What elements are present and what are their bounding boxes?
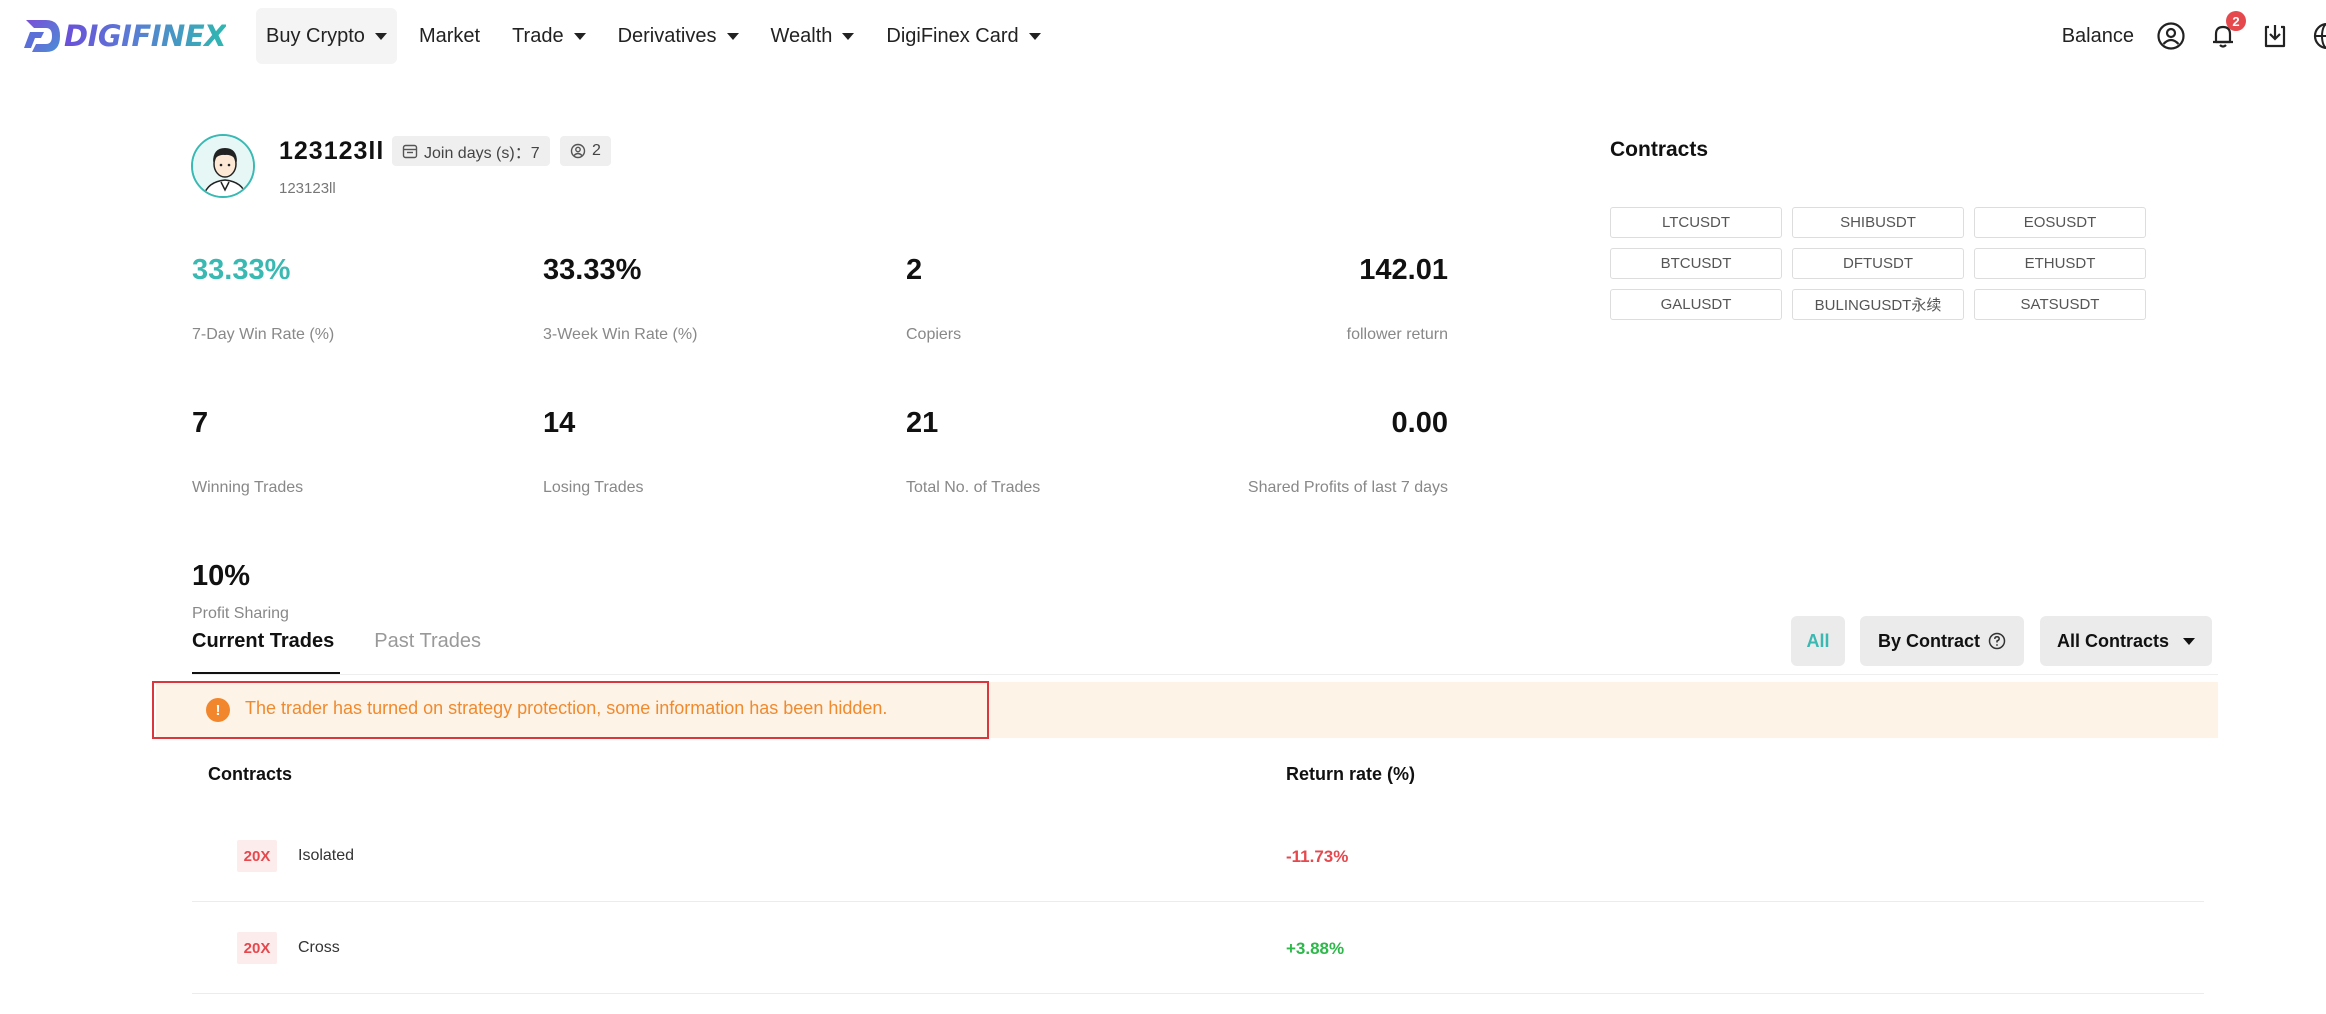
stat-copiers-label: Copiers	[906, 326, 962, 343]
stat-copiers-value: 2	[906, 254, 923, 286]
stat-7day-win-rate-value: 33.33%	[192, 254, 291, 286]
language-globe-icon[interactable]	[2312, 21, 2326, 51]
user-circle-icon	[570, 143, 586, 159]
filter-all-label: All	[1806, 630, 1830, 651]
stat-total-trades-label: Total No. of Trades	[906, 479, 1041, 496]
stat-losing-trades-value: 14	[543, 407, 576, 439]
trader-avatar	[191, 134, 255, 198]
stat-profit-sharing-value: 10%	[192, 560, 251, 592]
tab-current-trades[interactable]: Current Trades	[192, 620, 341, 675]
tabs-divider	[192, 674, 2218, 675]
join-days-chip: Join days (s)：7	[392, 136, 550, 166]
nav-derivatives[interactable]: Derivatives	[618, 8, 739, 64]
table-row[interactable]: 20X Cross +3.88%	[192, 902, 2204, 994]
download-app-icon[interactable]	[2260, 21, 2290, 51]
leverage-badge: 20X	[237, 932, 277, 964]
stat-3week-win-rate-label: 3-Week Win Rate (%)	[543, 326, 698, 343]
user-account-icon[interactable]	[2156, 21, 2186, 51]
margin-mode: Cross	[298, 939, 340, 956]
margin-mode: Isolated	[298, 847, 355, 864]
all-contracts-dropdown[interactable]: All Contracts	[2040, 616, 2212, 666]
chevron-down-icon	[374, 32, 387, 40]
digifinex-logo-icon	[24, 20, 60, 52]
contract-tag[interactable]: BTCUSDT	[1610, 248, 1782, 279]
contract-tag[interactable]: BULINGUSDT永续	[1792, 289, 1964, 320]
chevron-down-icon	[842, 32, 855, 40]
stat-follower-return-label: follower return	[1346, 326, 1448, 343]
all-contracts-label: All Contracts	[2056, 630, 2170, 651]
nav-market[interactable]: Market	[419, 8, 480, 64]
nav-digifinex-card[interactable]: DigiFinex Card	[886, 8, 1041, 64]
warning-icon: !	[206, 698, 230, 722]
nav-derivatives-label: Derivatives	[617, 24, 717, 47]
contract-tag[interactable]: SHIBUSDT	[1792, 207, 1964, 238]
filter-all-button[interactable]: All	[1791, 616, 1845, 666]
avatar-illustration	[193, 136, 253, 196]
nav-market-label: Market	[418, 24, 481, 47]
stat-total-trades-value: 21	[906, 407, 939, 439]
stat-shared-profits-value: 0.00	[1391, 407, 1448, 439]
chevron-down-icon	[726, 32, 739, 40]
contracts-tag-grid: LTCUSDT SHIBUSDT EOSUSDT BTCUSDT DFTUSDT…	[1610, 207, 2146, 320]
trader-username: 123123ll	[279, 137, 385, 165]
main-menu: Buy Crypto Market Trade Derivatives Weal…	[256, 0, 1073, 72]
nav-digifinex-card-label: DigiFinex Card	[886, 24, 1019, 47]
top-navigation-bar: DIGIFINEX Buy Crypto Market Trade Deriva…	[0, 0, 2326, 72]
tab-past-trades[interactable]: Past Trades	[374, 620, 481, 675]
nav-trade-label: Trade	[512, 24, 564, 47]
return-rate-value: +3.88%	[1286, 939, 1345, 958]
column-header-contracts: Contracts	[208, 764, 293, 784]
table-row[interactable]: 20X Isolated -11.73%	[192, 810, 2204, 902]
stat-losing-trades-label: Losing Trades	[543, 479, 644, 496]
filter-by-contract-button[interactable]: By Contract	[1860, 616, 2024, 666]
stat-follower-return-value: 142.01	[1359, 254, 1448, 286]
stat-3week-win-rate-value: 33.33%	[543, 254, 642, 286]
notification-bell-icon[interactable]: 2	[2208, 11, 2246, 51]
copiers-chip: 2	[560, 136, 611, 166]
copiers-chip-count: 2	[592, 142, 601, 159]
chevron-down-icon	[573, 32, 586, 40]
contract-tag[interactable]: LTCUSDT	[1610, 207, 1782, 238]
leverage-badge: 20X	[237, 840, 277, 872]
brand-name: DIGIFINEX	[64, 19, 227, 53]
nav-buy-crypto-label: Buy Crypto	[266, 24, 365, 47]
contract-tag[interactable]: DFTUSDT	[1792, 248, 1964, 279]
trades-tabs: Current Trades Past Trades	[192, 620, 521, 675]
chevron-down-icon	[1028, 32, 1041, 40]
help-circle-icon[interactable]	[1988, 632, 2006, 650]
nav-buy-crypto[interactable]: Buy Crypto	[256, 8, 397, 64]
balance-link[interactable]: Balance	[2062, 25, 2134, 48]
contract-tag[interactable]: ETHUSDT	[1974, 248, 2146, 279]
nav-trade[interactable]: Trade	[512, 8, 586, 64]
stat-7day-win-rate-label: 7-Day Win Rate (%)	[192, 326, 335, 343]
trader-sub-username: 123123ll	[279, 180, 336, 197]
nav-wealth[interactable]: Wealth	[771, 8, 855, 64]
filter-by-contract-label: By Contract	[1877, 630, 1980, 651]
return-rate-value: -11.73%	[1286, 847, 1349, 866]
calendar-icon	[402, 144, 418, 159]
nav-wealth-label: Wealth	[770, 24, 833, 47]
account-toolbar: Balance 2	[2062, 0, 2326, 72]
stat-winning-trades-label: Winning Trades	[192, 479, 304, 496]
contracts-panel-title: Contracts	[1610, 138, 1709, 161]
stat-winning-trades-value: 7	[192, 407, 209, 439]
column-header-return-rate: Return rate (%)	[1286, 764, 1416, 784]
digifinex-logo[interactable]: DIGIFINEX	[22, 16, 227, 56]
notice-text: The trader has turned on strategy protec…	[245, 698, 888, 718]
chevron-down-icon	[2183, 637, 2196, 645]
contract-tag[interactable]: GALUSDT	[1610, 289, 1782, 320]
notification-count-badge: 2	[2226, 11, 2246, 31]
contract-tag[interactable]: EOSUSDT	[1974, 207, 2146, 238]
stat-shared-profits-label: Shared Profits of last 7 days	[1247, 479, 1448, 496]
contract-tag[interactable]: SATSUSDT	[1974, 289, 2146, 320]
join-days-label: Join days (s)：7	[424, 145, 540, 162]
